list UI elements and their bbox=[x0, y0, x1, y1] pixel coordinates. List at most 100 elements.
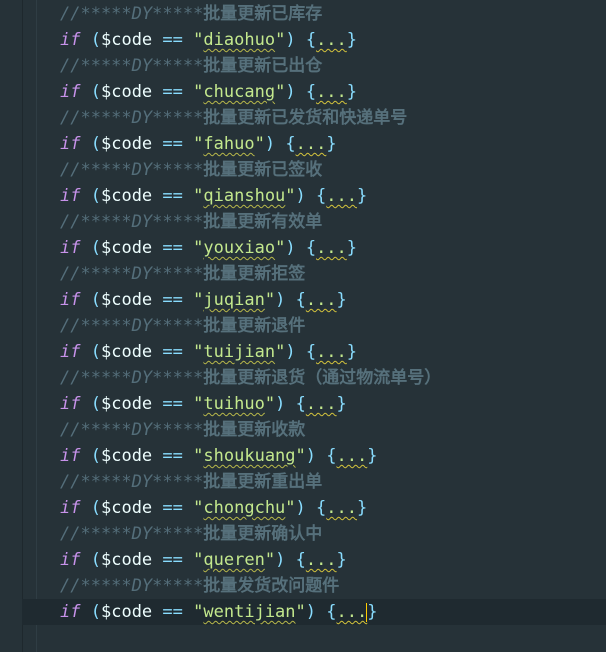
quote-close: " bbox=[285, 498, 296, 518]
code-line[interactable]: if ($code == "wentijian") {...} bbox=[22, 599, 606, 625]
code-line[interactable]: if ($code == "tuijian") {...} bbox=[22, 339, 606, 365]
operator: == bbox=[162, 134, 183, 154]
variable-code: $code bbox=[100, 446, 153, 466]
brace-open: { bbox=[305, 82, 317, 102]
open-paren: ( bbox=[90, 82, 101, 102]
fold-placeholder[interactable]: ... bbox=[316, 30, 347, 50]
comment-line[interactable]: //*****DY*****批量更新拒签 bbox=[22, 261, 606, 287]
operator: == bbox=[162, 342, 183, 362]
code-editor[interactable]: //*****DY*****批量更新已库存 if ($code == "diaoh… bbox=[0, 0, 606, 652]
editor-gutter[interactable] bbox=[0, 0, 23, 652]
fold-placeholder[interactable]: ... bbox=[316, 82, 347, 102]
brace-close: } bbox=[336, 394, 347, 414]
brace-open: { bbox=[295, 550, 306, 570]
open-paren: ( bbox=[90, 446, 101, 466]
comment-prefix: //*****DY***** bbox=[60, 316, 204, 336]
string-value: chucang bbox=[203, 82, 276, 102]
close-paren: ) bbox=[275, 550, 286, 570]
fold-placeholder[interactable]: ... bbox=[316, 238, 347, 258]
operator: == bbox=[162, 602, 183, 622]
quote-close: " bbox=[264, 550, 276, 570]
quote-open: " bbox=[193, 238, 204, 258]
comment-prefix: //*****DY***** bbox=[60, 160, 204, 180]
close-paren: ) bbox=[295, 498, 306, 518]
variable-code: $code bbox=[100, 550, 153, 570]
code-line[interactable]: if ($code == "chucang") {...} bbox=[22, 79, 606, 105]
comment-line[interactable]: //*****DY*****批量更新有效单 bbox=[22, 209, 606, 235]
comment-prefix: //*****DY***** bbox=[60, 420, 204, 440]
operator: == bbox=[162, 498, 183, 518]
open-paren: ( bbox=[90, 394, 101, 414]
comment-line[interactable]: //*****DY*****批量更新退件 bbox=[22, 313, 606, 339]
comment-line[interactable]: //*****DY*****批量更新已发货和快递单号 bbox=[22, 105, 606, 131]
comment-line[interactable]: //*****DY*****批量发货改问题件 bbox=[22, 573, 606, 599]
variable-code: $code bbox=[100, 498, 153, 518]
keyword-if: if bbox=[60, 290, 81, 310]
quote-open: " bbox=[193, 498, 204, 518]
quote-open: " bbox=[193, 550, 204, 570]
fold-placeholder[interactable]: ... bbox=[296, 134, 327, 154]
comment-text: 批量更新拒签 bbox=[203, 264, 306, 284]
fold-placeholder[interactable]: ... bbox=[316, 342, 347, 362]
quote-open: " bbox=[193, 82, 204, 102]
code-line[interactable]: if ($code == "tuihuo") {...} bbox=[22, 391, 606, 417]
code-line[interactable]: if ($code == "queren") {...} bbox=[22, 547, 606, 573]
string-value: tuihuo bbox=[203, 394, 265, 414]
brace-close: } bbox=[336, 290, 347, 310]
keyword-if: if bbox=[60, 238, 81, 258]
comment-text: 批量发货改问题件 bbox=[203, 576, 340, 596]
fold-placeholder[interactable]: ... bbox=[306, 550, 337, 570]
code-line[interactable]: if ($code == "youxiao") {...} bbox=[22, 235, 606, 261]
brace-open: { bbox=[326, 446, 337, 466]
comment-line[interactable]: //*****DY*****批量更新重出单 bbox=[22, 469, 606, 495]
brace-close: } bbox=[367, 446, 378, 466]
comment-line[interactable]: //*****DY*****批量更新已库存 bbox=[22, 1, 606, 27]
brace-close: } bbox=[326, 134, 337, 154]
fold-placeholder[interactable]: ... bbox=[326, 498, 357, 518]
close-paren: ) bbox=[275, 290, 286, 310]
code-line[interactable]: if ($code == "chongchu") {...} bbox=[22, 495, 606, 521]
comment-line[interactable]: //*****DY*****批量更新已签收 bbox=[22, 157, 606, 183]
string-value: wentijian bbox=[203, 602, 296, 622]
comment-prefix: //*****DY***** bbox=[60, 212, 204, 232]
brace-open: { bbox=[305, 342, 317, 362]
code-line[interactable]: if ($code == "juqian") {...} bbox=[22, 287, 606, 313]
brace-open: { bbox=[295, 290, 306, 310]
quote-close: " bbox=[264, 394, 276, 414]
comment-prefix: //*****DY***** bbox=[60, 4, 204, 24]
comment-line[interactable]: //*****DY*****批量更新确认中 bbox=[22, 521, 606, 547]
comment-line[interactable]: //*****DY*****批量更新已出仓 bbox=[22, 53, 606, 79]
code-line[interactable]: if ($code == "qianshou") {...} bbox=[22, 183, 606, 209]
close-paren: ) bbox=[295, 186, 306, 206]
open-paren: ( bbox=[90, 238, 101, 258]
quote-open: " bbox=[193, 30, 204, 50]
comment-line[interactable]: //*****DY*****批量更新收款 bbox=[22, 417, 606, 443]
variable-code: $code bbox=[100, 342, 153, 362]
comment-prefix: //*****DY***** bbox=[60, 524, 204, 544]
fold-placeholder[interactable]: ... bbox=[306, 290, 337, 310]
fold-placeholder[interactable]: ... bbox=[306, 394, 337, 414]
comment-line[interactable]: //*****DY*****批量更新退货（通过物流单号） bbox=[22, 365, 606, 391]
close-paren: ) bbox=[305, 446, 317, 466]
quote-close: " bbox=[295, 446, 306, 466]
code-line[interactable]: if ($code == "shoukuang") {...} bbox=[22, 443, 606, 469]
open-paren: ( bbox=[90, 602, 101, 622]
brace-open: { bbox=[316, 498, 327, 518]
brace-close: } bbox=[346, 30, 358, 50]
code-line[interactable]: if ($code == "diaohuo") {...} bbox=[22, 27, 606, 53]
variable-code: $code bbox=[100, 134, 153, 154]
comment-prefix: //*****DY***** bbox=[60, 576, 204, 596]
brace-open: { bbox=[305, 238, 317, 258]
code-line[interactable]: if ($code == "fahuo") {...} bbox=[22, 131, 606, 157]
fold-placeholder[interactable]: ... bbox=[337, 602, 368, 622]
fold-placeholder[interactable]: ... bbox=[337, 446, 368, 466]
fold-placeholder[interactable]: ... bbox=[326, 186, 357, 206]
quote-open: " bbox=[193, 394, 204, 414]
code-lines[interactable]: //*****DY*****批量更新已库存 if ($code == "diaoh… bbox=[22, 1, 606, 625]
string-value: queren bbox=[203, 550, 265, 570]
comment-text: 批量更新已库存 bbox=[203, 4, 323, 24]
open-paren: ( bbox=[90, 498, 101, 518]
brace-open: { bbox=[285, 134, 296, 154]
comment-prefix: //*****DY***** bbox=[60, 472, 204, 492]
string-value: diaohuo bbox=[203, 30, 276, 50]
